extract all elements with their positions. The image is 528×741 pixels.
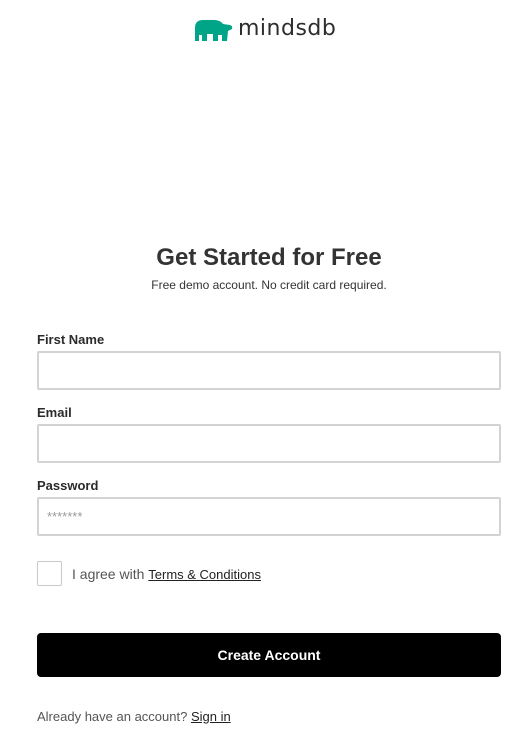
terms-agreement: I agree with Terms & Conditions	[72, 566, 261, 582]
password-field[interactable]	[37, 497, 501, 536]
bear-icon	[195, 20, 233, 41]
create-account-button[interactable]: Create Account	[37, 633, 501, 677]
terms-checkbox[interactable]	[37, 561, 62, 586]
email-field[interactable]	[37, 424, 501, 463]
page-title: Get Started for Free	[156, 244, 382, 271]
terms-link[interactable]: Terms & Conditions	[148, 567, 261, 582]
mindsdb-logo[interactable]: mindsdb	[192, 14, 336, 44]
brand-name: mindsdb	[238, 15, 337, 41]
signup-page: mindsdb Get Started for Free Free demo a…	[0, 0, 528, 741]
signin-row: Already have an account? Sign in	[37, 709, 231, 724]
signin-prompt: Already have an account?	[37, 709, 188, 724]
password-label: Password	[37, 478, 99, 493]
first-name-field[interactable]	[37, 351, 501, 390]
page-subtitle: Free demo account. No credit card requir…	[151, 278, 387, 292]
email-label: Email	[37, 405, 72, 420]
first-name-label: First Name	[37, 332, 105, 347]
signin-link[interactable]: Sign in	[191, 709, 231, 724]
terms-agree-text: I agree with	[72, 566, 145, 582]
